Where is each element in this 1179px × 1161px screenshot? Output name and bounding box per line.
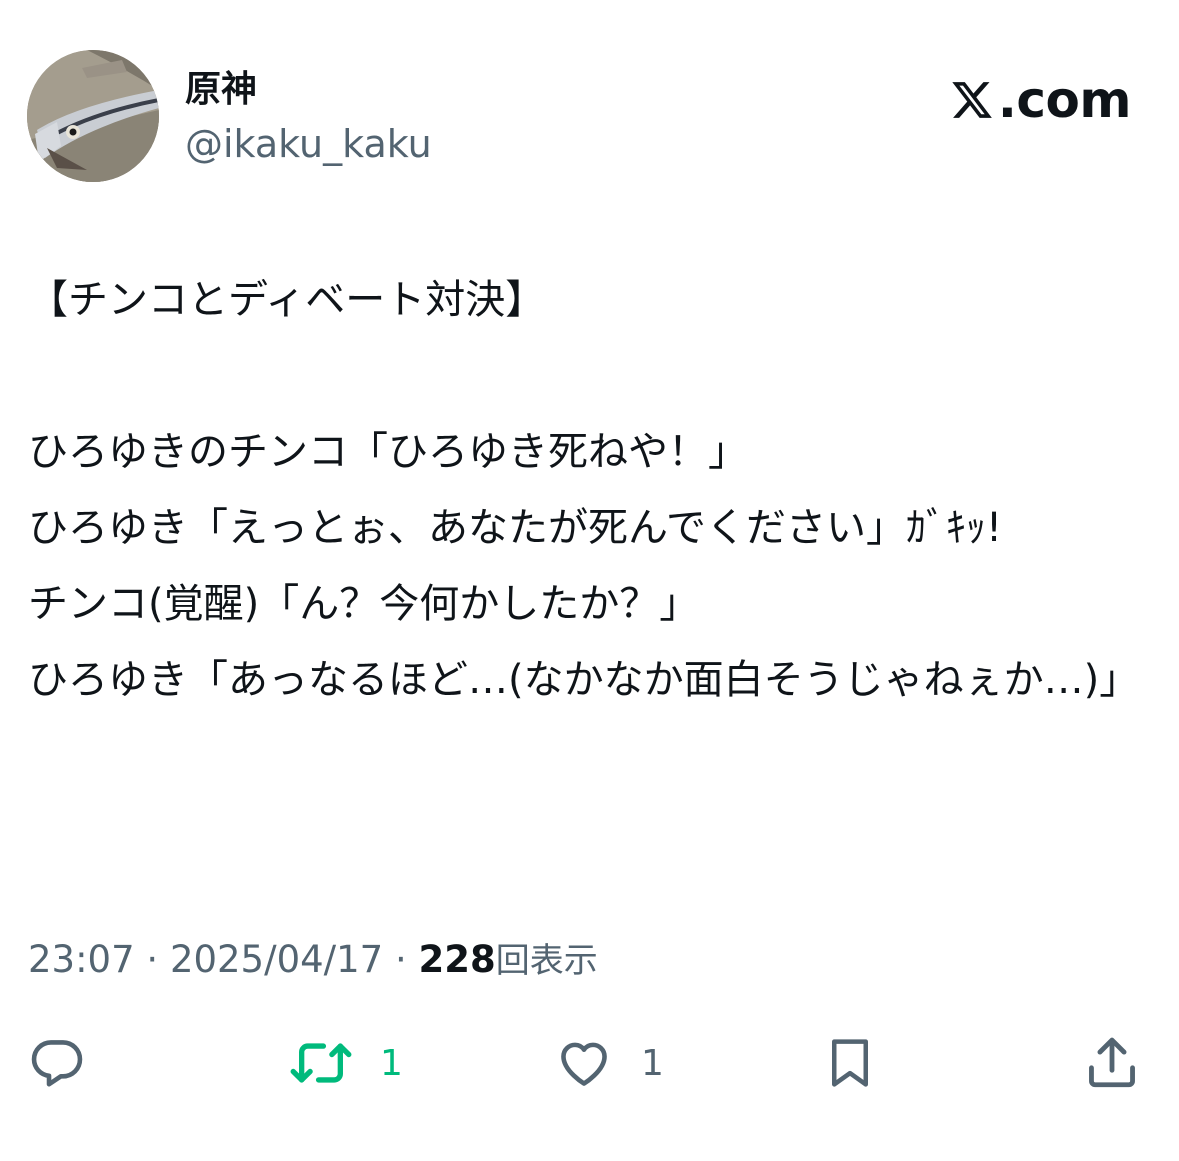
views-label: 回表示 — [495, 941, 598, 981]
avatar[interactable] — [27, 50, 159, 182]
share-upload-icon — [1089, 1037, 1135, 1088]
share-button[interactable] — [1083, 1030, 1141, 1096]
like-count: 1 — [641, 1042, 664, 1084]
meta-separator-2: · — [394, 938, 407, 981]
repost-arrows-icon — [290, 1043, 352, 1083]
heart-icon — [561, 1042, 607, 1086]
repost-button[interactable]: 1 — [288, 1030, 403, 1096]
brand-watermark: .com — [950, 70, 1132, 130]
fish-avatar-image — [27, 50, 159, 182]
reply-button[interactable] — [28, 1030, 86, 1096]
post-text: 【チンコとディベート対決】 ひろゆきのチンコ「ひろゆき死ねや！」 ひろゆき「えっ… — [28, 277, 1140, 703]
user-handle[interactable]: @ikaku_kaku — [185, 120, 432, 168]
brand-domain: .com — [997, 71, 1132, 129]
bookmark-button[interactable] — [823, 1030, 877, 1096]
meta-separator: · — [146, 938, 159, 981]
post-metadata: 23:07 · 2025/04/17 · 228回表示 — [28, 935, 598, 986]
views-count: 228 — [418, 938, 496, 981]
like-button[interactable]: 1 — [553, 1030, 664, 1096]
post-date: 2025/04/17 — [169, 938, 384, 981]
bookmark-icon — [832, 1039, 868, 1087]
speech-bubble-icon — [31, 1040, 83, 1087]
display-name[interactable]: 原神 — [185, 68, 257, 112]
post-time: 23:07 — [28, 938, 135, 981]
repost-count: 1 — [380, 1042, 403, 1084]
x-logo-icon — [952, 82, 992, 118]
action-bar: 1 1 — [0, 1030, 1179, 1100]
